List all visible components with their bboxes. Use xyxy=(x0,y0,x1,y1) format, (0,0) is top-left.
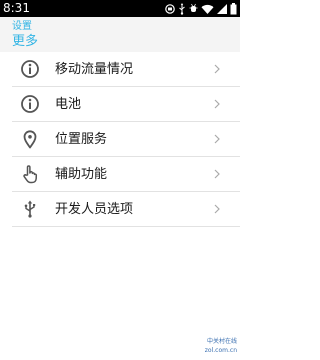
notification-icon xyxy=(165,3,175,14)
list-item-label: 开发人员选项 xyxy=(55,202,134,217)
settings-list: 移动流量情况 电池 位置服务 辅助功能 开发人员选项 xyxy=(12,52,240,227)
usb-icon xyxy=(24,200,36,218)
page-title: 更多 xyxy=(12,34,39,49)
list-item-battery[interactable]: 电池 xyxy=(12,87,240,122)
hand-pointer-icon xyxy=(23,165,38,184)
list-item-label: 位置服务 xyxy=(55,132,108,147)
status-icons xyxy=(165,2,237,15)
header: 设置 更多 xyxy=(0,17,240,52)
status-time: 8:31 xyxy=(3,1,30,15)
info-icon xyxy=(21,95,39,113)
list-item-label: 辅助功能 xyxy=(55,167,108,182)
location-icon xyxy=(23,130,37,149)
list-item-developer-options[interactable]: 开发人员选项 xyxy=(12,192,240,227)
list-item-accessibility[interactable]: 辅助功能 xyxy=(12,157,240,192)
chevron-right-icon xyxy=(214,169,220,179)
chevron-right-icon xyxy=(214,204,220,214)
status-bar: 8:31 xyxy=(0,0,240,17)
watermark-url: zol.com.cn xyxy=(204,347,237,354)
chevron-right-icon xyxy=(214,99,220,109)
list-item-data-usage[interactable]: 移动流量情况 xyxy=(12,52,240,87)
signal-icon xyxy=(217,3,227,14)
debug-icon xyxy=(189,3,198,12)
header-parent-label[interactable]: 设置 xyxy=(12,21,32,33)
info-icon xyxy=(21,60,39,78)
battery-icon xyxy=(230,2,237,14)
chevron-right-icon xyxy=(214,134,220,144)
list-item-location-services[interactable]: 位置服务 xyxy=(12,122,240,157)
chevron-right-icon xyxy=(214,64,220,74)
usb-icon xyxy=(179,2,185,15)
list-item-label: 电池 xyxy=(55,97,82,112)
wifi-icon xyxy=(201,4,214,14)
list-item-label: 移动流量情况 xyxy=(55,62,134,77)
watermark: 中关村在线 zol.com.cn xyxy=(197,338,237,356)
watermark-name: 中关村在线 xyxy=(206,338,237,345)
